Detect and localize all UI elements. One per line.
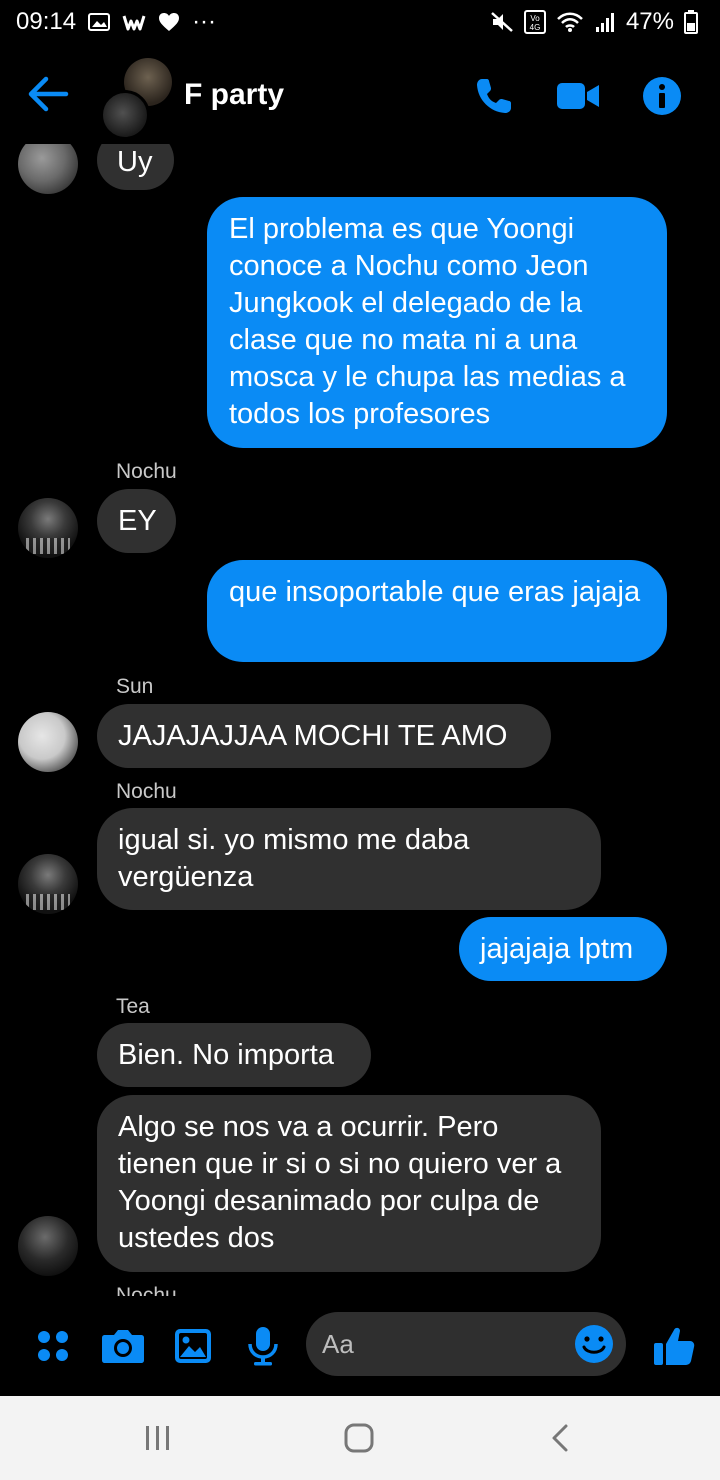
voice-call-button[interactable] (472, 74, 516, 118)
camera-button[interactable] (101, 1324, 145, 1368)
voice-message-button[interactable] (241, 1324, 285, 1368)
incoming-message-bubble[interactable]: EY (97, 489, 176, 553)
composer-bar (0, 1296, 720, 1396)
message-text: EY (118, 505, 157, 537)
sender-name: Nochu (116, 1284, 177, 1296)
message-text: El problema es que Yoongi conoce a Nochu… (229, 213, 626, 430)
like-button[interactable] (650, 1324, 698, 1368)
message-text: Uy (117, 146, 153, 178)
status-left: 09:14 ··· (16, 8, 216, 36)
incoming-message-bubble[interactable]: Algo se nos va a ocurrir. Pero tienen qu… (97, 1095, 601, 1272)
wifi-icon (556, 11, 584, 33)
message-text: jajajaja lptm (480, 933, 634, 965)
message-input[interactable] (322, 1324, 562, 1364)
heart-notification-icon (158, 12, 180, 32)
wattpad-notification-icon (122, 12, 146, 32)
camera-icon (102, 1330, 144, 1363)
recents-icon (146, 1426, 169, 1450)
battery-percent: 47% (625, 8, 674, 35)
nav-back-icon (552, 1424, 568, 1452)
more-notifications-icon: ··· (192, 8, 217, 35)
status-right: Vo 4G 47% (490, 8, 698, 36)
conversation-title[interactable]: F party (184, 78, 284, 112)
message-text: que insoportable que eras jajaja (229, 576, 641, 608)
recents-button[interactable] (128, 1418, 188, 1458)
gallery-notification-icon (88, 12, 111, 32)
incoming-message-bubble[interactable]: JAJAJAJJAA MOCHI TE AMO (97, 704, 551, 768)
mic-icon (248, 1327, 278, 1366)
sender-name: Nochu (116, 460, 177, 483)
svg-text:4G: 4G (530, 23, 541, 32)
status-time: 09:14 (16, 8, 77, 35)
system-back-button[interactable] (530, 1418, 590, 1458)
message-list[interactable]: Uy El problema es que Yoongi conoce a No… (0, 144, 720, 1296)
signal-icon (594, 11, 616, 33)
home-icon (344, 1423, 374, 1453)
message-text: igual si. yo mismo me daba vergüenza (118, 824, 470, 893)
sender-avatar[interactable] (18, 712, 78, 772)
sender-avatar[interactable] (18, 1216, 78, 1276)
apps-icon (38, 1331, 68, 1361)
volte-icon: Vo 4G (523, 10, 546, 34)
svg-text:Vo: Vo (530, 14, 540, 23)
sender-avatar[interactable] (18, 498, 78, 558)
group-avatar-member-2 (100, 90, 150, 140)
message-input-container[interactable] (306, 1312, 626, 1376)
back-button[interactable] (26, 74, 70, 114)
sender-avatar[interactable] (18, 144, 78, 194)
apps-button[interactable] (31, 1324, 75, 1368)
sender-name: Sun (116, 675, 154, 698)
incoming-message-bubble[interactable]: Uy (97, 144, 174, 190)
incoming-message-bubble[interactable]: igual si. yo mismo me daba vergüenza (97, 808, 601, 910)
like-icon (654, 1327, 695, 1365)
gallery-icon (175, 1329, 211, 1363)
message-text: Algo se nos va a ocurrir. Pero tienen qu… (118, 1111, 562, 1254)
system-navigation-bar (0, 1396, 720, 1480)
emoji-icon (575, 1325, 613, 1363)
message-text: JAJAJAJJAA MOCHI TE AMO (118, 720, 508, 752)
status-bar: 09:14 ··· Vo 4G 47% (0, 0, 720, 44)
group-avatar[interactable] (96, 58, 172, 140)
incoming-message-bubble[interactable]: Bien. No importa (97, 1023, 371, 1087)
outgoing-message-bubble[interactable]: jajajaja lptm (459, 917, 667, 981)
info-icon (643, 77, 681, 115)
message-text: Bien. No importa (118, 1039, 334, 1071)
phone-icon (477, 79, 511, 113)
outgoing-message-bubble[interactable]: El problema es que Yoongi conoce a Nochu… (207, 197, 667, 448)
back-arrow-icon (28, 76, 69, 112)
gallery-button[interactable] (171, 1324, 215, 1368)
outgoing-message-bubble[interactable]: que insoportable que eras jajaja (207, 560, 667, 662)
video-call-button[interactable] (556, 74, 600, 118)
sender-name: Nochu (116, 780, 177, 803)
mute-icon (490, 11, 514, 33)
info-button[interactable] (640, 74, 684, 118)
header-actions (472, 74, 684, 118)
video-icon (557, 83, 599, 109)
chat-header: F party (0, 44, 720, 144)
sender-avatar[interactable] (18, 854, 78, 914)
emoji-button[interactable] (570, 1320, 618, 1368)
battery-icon (684, 10, 698, 34)
sender-name: Tea (116, 995, 150, 1018)
home-button[interactable] (329, 1418, 389, 1458)
